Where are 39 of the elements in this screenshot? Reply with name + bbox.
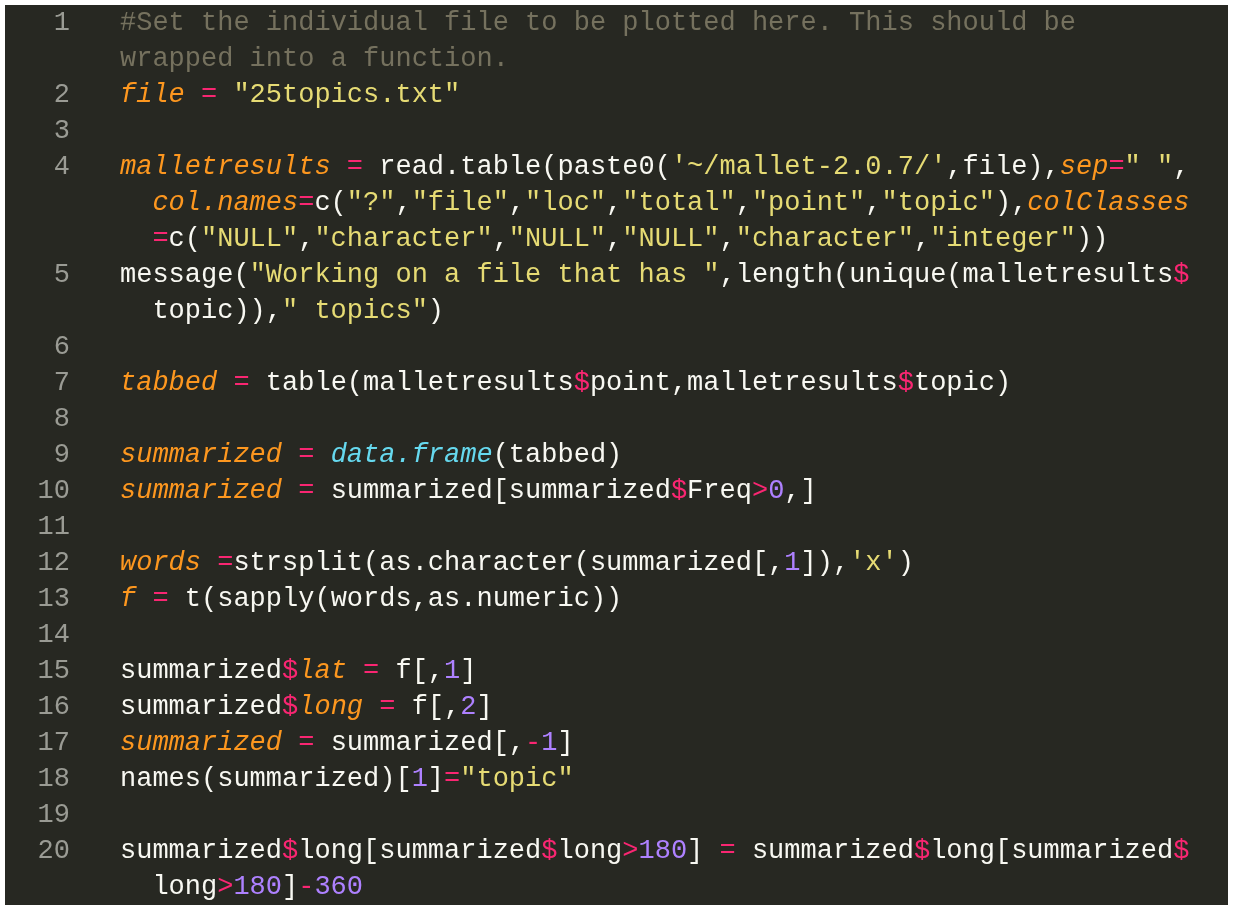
- code-line: summarized$long = f[,2]: [120, 691, 493, 724]
- line-number: 11: [37, 512, 70, 542]
- line-number: 6: [53, 332, 70, 362]
- line-number: 19: [37, 800, 70, 830]
- line-number: 16: [37, 692, 70, 722]
- line-number: 4: [53, 152, 70, 182]
- line-number: 15: [37, 656, 70, 686]
- line-number: 2: [53, 80, 70, 110]
- code-line: message("Working on a file that has ",length(unique(malletresults$: [120, 259, 1190, 292]
- code-line: #Set the individual file to be plotted here. This should be: [120, 7, 1076, 40]
- code-line: tabbed = table(malletresults$point,malletresults$topic): [120, 367, 1012, 400]
- code-line: malletresults = read.table(paste0('~/mallet-2.0.7/',file),sep=" ",: [120, 151, 1190, 184]
- line-number: 17: [37, 728, 70, 758]
- code-line: summarized = summarized[summarized$Freq>0,]: [120, 475, 817, 508]
- line-number: 8: [53, 404, 70, 434]
- code-line: file = "25topics.txt": [120, 79, 461, 112]
- code-line: names(summarized)[1]="topic": [120, 763, 574, 796]
- line-number: 18: [37, 764, 70, 794]
- line-number: 10: [37, 476, 70, 506]
- code-line: words =strsplit(as.character(summarized[,1]),'x'): [120, 547, 914, 580]
- code-line: long>180]-360: [152, 871, 364, 904]
- code-line: summarized = summarized[,-1]: [120, 727, 574, 760]
- code-line: f = t(sapply(words,as.numeric)): [120, 583, 623, 616]
- line-number: 12: [37, 548, 70, 578]
- code-line: summarized$long[summarized$long>180] = summarized$long[summarized$: [120, 835, 1190, 868]
- line-number: 14: [37, 620, 70, 650]
- code-line: summarized$lat = f[,1]: [120, 655, 477, 688]
- line-number: 20: [37, 836, 70, 866]
- code-line: col.names=c("?","file","loc","total","point","topic"),colClasses: [152, 187, 1190, 220]
- line-number: 1: [53, 8, 70, 38]
- code-line: topic))," topics"): [152, 295, 445, 328]
- code-line: =c("NULL","character","NULL","NULL","character","integer")): [152, 223, 1109, 256]
- line-number: 5: [53, 260, 70, 290]
- code-line: wrapped into a function.: [120, 43, 509, 76]
- line-number: 9: [53, 440, 70, 470]
- line-number: 13: [37, 584, 70, 614]
- line-number: 3: [53, 116, 70, 146]
- line-number: 7: [53, 368, 70, 398]
- code-line: summarized = data.frame(tabbed): [120, 439, 623, 472]
